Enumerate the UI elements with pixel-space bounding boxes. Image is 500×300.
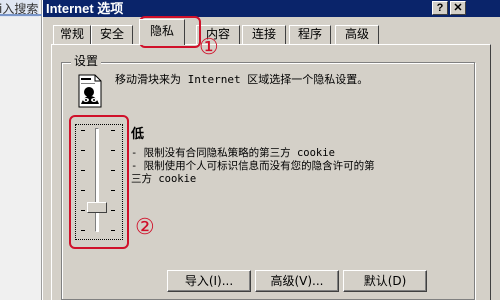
tab-security[interactable]: 安全 — [91, 25, 133, 44]
internet-options-dialog: Internet 选项 ? ✕ 常规 安全 隐私 内容 连接 程序 高级 ① 设… — [42, 0, 500, 300]
settings-group-label: 设置 — [71, 54, 102, 68]
tab-connections[interactable]: 连接 — [242, 25, 286, 44]
import-button[interactable]: 导入(I)... — [167, 270, 251, 292]
default-button[interactable]: 默认(D) — [343, 270, 427, 292]
slider-highlight-annotation — [69, 115, 129, 249]
close-button[interactable]: ✕ — [450, 1, 466, 15]
tab-general[interactable]: 常规 — [53, 25, 91, 44]
background-window: i入搜索 — [0, 0, 42, 300]
tab-advanced[interactable]: 高级 — [335, 25, 379, 44]
privacy-level-description: - 限制没有合同隐私策略的第三方 cookie - 限制使用个人可标识信息而没有… — [131, 147, 431, 186]
tab-programs[interactable]: 程序 — [289, 25, 331, 44]
annotation-marker-1: ① — [199, 35, 219, 60]
help-button[interactable]: ? — [432, 1, 448, 15]
privacy-intro-text: 移动滑块来为 Internet 区域选择一个隐私设置。 — [115, 73, 369, 86]
privacy-document-icon — [78, 74, 102, 108]
background-window-bar — [0, 14, 42, 16]
window-title: Internet 选项 — [46, 1, 124, 16]
advanced-button[interactable]: 高级(V)... — [255, 270, 339, 292]
description-line-2: - 限制使用个人可标识信息而没有您的隐含许可的第 三方 cookie — [131, 160, 375, 185]
title-bar: Internet 选项 ? ✕ — [43, 0, 500, 17]
description-line-1: - 限制没有合同隐私策略的第三方 cookie — [131, 147, 335, 159]
tab-privacy[interactable]: 隐私 — [139, 19, 185, 45]
privacy-level-name: 低 — [131, 127, 145, 142]
annotation-marker-2: ② — [135, 215, 155, 240]
